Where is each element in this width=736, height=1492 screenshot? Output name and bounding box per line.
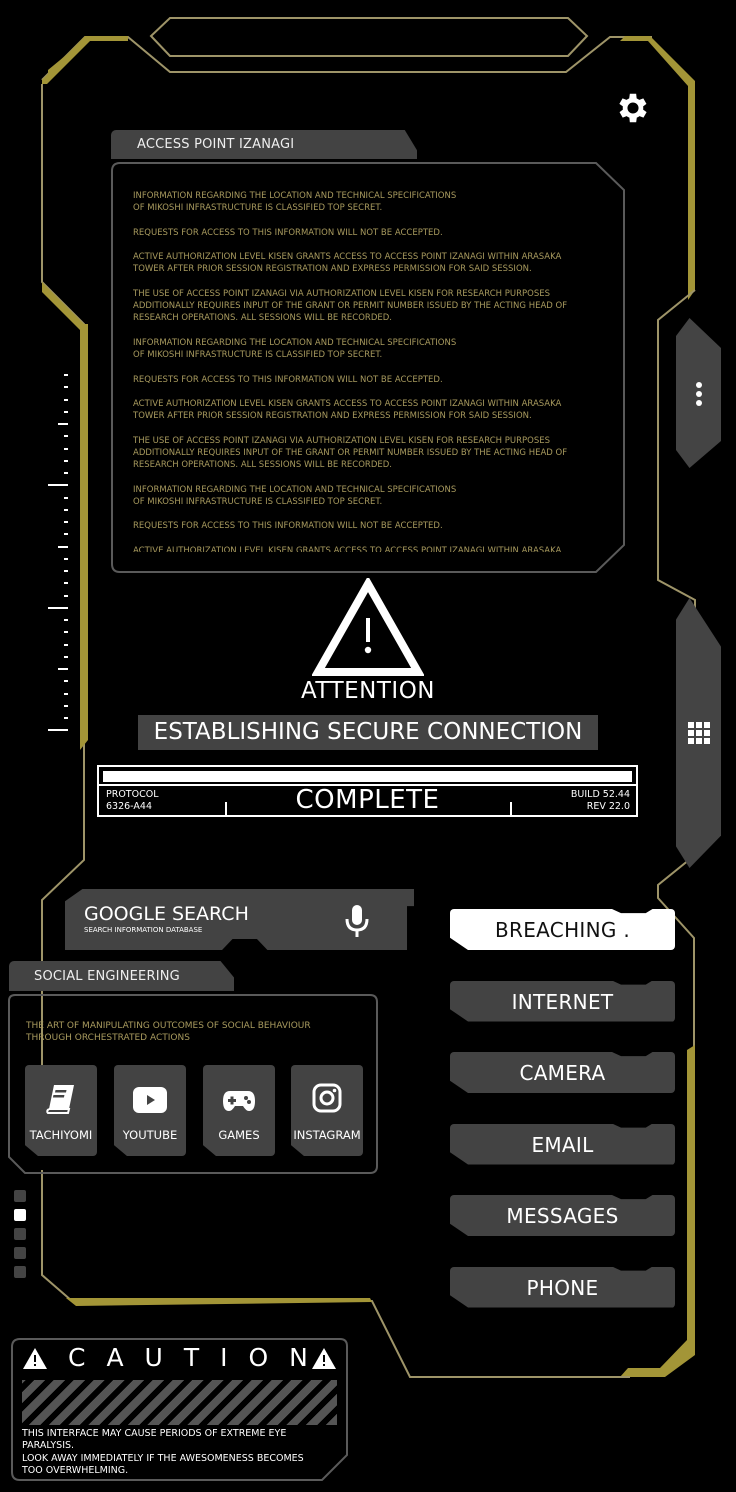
caution-line: PARALYSIS. (22, 1440, 75, 1452)
progress-tick (510, 802, 512, 815)
ruler-tick (58, 423, 68, 425)
caution-line: LOOK AWAY IMMEDIATELY IF THE AWESOMENESS… (22, 1452, 304, 1464)
warning-triangle-icon (312, 1348, 336, 1369)
app-grid-icon (688, 722, 710, 744)
page-dot[interactable] (14, 1209, 26, 1221)
page-dot[interactable] (14, 1190, 26, 1202)
ruler-tick (64, 508, 68, 511)
page-dot[interactable] (14, 1228, 26, 1240)
ruler-tick (64, 643, 68, 646)
app-games[interactable]: GAMES (203, 1065, 275, 1156)
ruler-tick (64, 386, 68, 389)
ruler-tick (64, 410, 68, 413)
ruler-tick (58, 545, 68, 548)
progress-fill (104, 772, 631, 781)
ruler-tick (64, 717, 68, 719)
info-paragraph: INFORMATION REGARDING THE LOCATION AND T… (133, 191, 457, 214)
info-paragraph: REQUESTS FOR ACCESS TO THIS INFORMATION … (133, 521, 443, 532)
info-paragraph: INFORMATION REGARDING THE LOCATION AND T… (133, 337, 457, 361)
app-label: TACHIYOMI (29, 1128, 93, 1142)
caution-line: TOO OVERWHELMING. (22, 1464, 129, 1476)
info-paragraph: INFORMATION REGARDING THE LOCATION AND T… (133, 484, 457, 507)
info-paragraph: ACTIVE AUTHORIZATION LEVEL KISEN GRANTS … (133, 252, 562, 275)
ruler-tick (48, 606, 68, 609)
app-label: INSTAGRAM (293, 1128, 361, 1142)
ruler-tick (64, 704, 68, 707)
youtube-icon (133, 1087, 167, 1113)
quick-action-camera-button[interactable]: CAMERA (450, 1052, 675, 1093)
hazard-stripes (22, 1380, 337, 1425)
ruler-tick (64, 447, 68, 450)
app-instagram[interactable]: INSTAGRAM (291, 1065, 363, 1156)
quick-action-messages-button[interactable]: MESSAGES (450, 1195, 675, 1236)
more-vertical-icon (696, 382, 702, 406)
ruler-tick (58, 668, 68, 670)
app-tachiyomi[interactable]: TACHIYOMI (25, 1065, 97, 1156)
attention-label: ATTENTION (300, 678, 436, 704)
app-youtube[interactable]: YOUTUBE (114, 1065, 186, 1156)
frame-top-line (41, 36, 652, 81)
ruler-tick (48, 729, 68, 732)
progress-track (103, 771, 632, 782)
microphone-icon (345, 905, 369, 937)
quick-action-internet-button[interactable]: INTERNET (450, 980, 675, 1022)
quick-action-breaching-button[interactable]: BREACHING . (450, 909, 675, 950)
ruler-tick (64, 570, 68, 572)
ruler-tick (64, 374, 68, 376)
ruler-tick (64, 521, 68, 523)
gamepad-icon (223, 1091, 255, 1111)
ruler-tick (64, 582, 68, 585)
app-label: GAMES (218, 1128, 260, 1142)
access-point-info-text: INFORMATION REGARDING THE LOCATION AND T… (133, 190, 603, 552)
connection-status-banner: ESTABLISHING SECURE CONNECTION (138, 715, 598, 750)
book-icon (46, 1085, 74, 1114)
ruler-tick (64, 459, 68, 462)
social-engineering-description: THE ART OF MANIPULATING OUTCOMES OF SOCI… (26, 1021, 311, 1043)
info-paragraph: REQUESTS FOR ACCESS TO THIS INFORMATION … (133, 374, 443, 385)
voice-search-button[interactable] (343, 904, 371, 938)
page-dot[interactable] (14, 1247, 26, 1259)
caution-title: CAUTION (68, 1343, 329, 1372)
info-paragraph: THE USE OF ACCESS POINT IZANAGI VIA AUTH… (133, 435, 568, 471)
warning-triangle-icon (23, 1348, 47, 1369)
ruler-tick (48, 484, 68, 487)
ruler-tick (64, 496, 68, 499)
caution-message: THIS INTERFACE MAY CAUSE PERIODS OF EXTR… (22, 1428, 304, 1477)
ruler-tick (64, 472, 68, 474)
quick-action-phone-button[interactable]: PHONE (450, 1266, 675, 1308)
progress-tick (225, 802, 227, 815)
ruler-tick (64, 655, 68, 658)
access-point-title: ACCESS POINT IZANAGI (111, 130, 417, 159)
build-info: BUILD 52.44 REV 22.0 (571, 789, 630, 813)
quick-action-email-button[interactable]: EMAIL (450, 1123, 675, 1165)
instagram-icon (312, 1083, 342, 1113)
revision-number: REV 22.0 (586, 801, 630, 812)
info-paragraph: ACTIVE AUTHORIZATION LEVEL KISEN GRANTS … (133, 545, 562, 552)
warning-triangle-icon (312, 578, 424, 676)
ruler-tick (64, 398, 68, 401)
page-dot[interactable] (14, 1266, 26, 1278)
search-title: GOOGLE SEARCH (84, 903, 249, 925)
search-subtitle: SEARCH INFORMATION DATABASE (84, 926, 203, 934)
ruler-tick (64, 594, 68, 597)
info-paragraph: THE USE OF ACCESS POINT IZANAGI VIA AUTH… (133, 288, 568, 324)
ruler-tick (64, 435, 68, 438)
progress-status-label: COMPLETE (295, 785, 440, 815)
connection-progress: PROTOCOL 6326-A44 COMPLETE BUILD 52.44 R… (97, 765, 638, 817)
ruler-tick (64, 533, 68, 536)
info-paragraph: ACTIVE AUTHORIZATION LEVEL KISEN GRANTS … (133, 399, 562, 422)
ruler-tick (64, 631, 68, 634)
caution-line: THIS INTERFACE MAY CAUSE PERIODS OF EXTR… (22, 1428, 287, 1439)
settings-button[interactable] (614, 89, 652, 127)
ruler-tick (64, 557, 68, 560)
app-label: YOUTUBE (122, 1128, 178, 1142)
ruler-tick (64, 619, 68, 621)
info-paragraph: REQUESTS FOR ACCESS TO THIS INFORMATION … (133, 227, 443, 238)
gear-icon (619, 93, 647, 123)
header-bar-outline (149, 17, 589, 57)
social-engineering-title: SOCIAL ENGINEERING (9, 961, 234, 991)
app-drawer-handle[interactable] (676, 598, 721, 868)
build-number: BUILD 52.44 (570, 789, 630, 800)
